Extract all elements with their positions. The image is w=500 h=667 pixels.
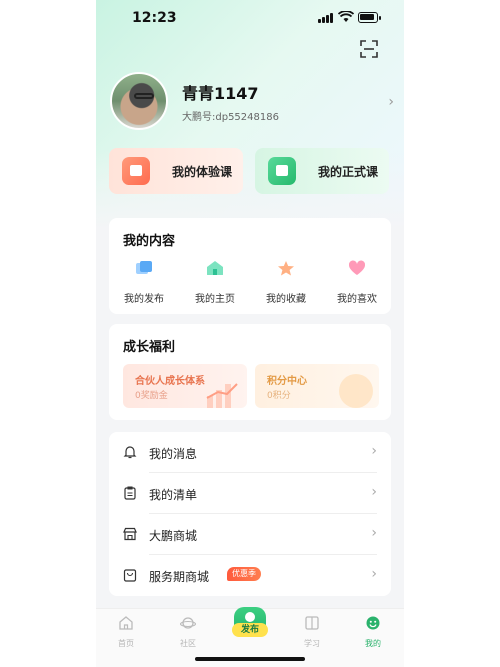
home-icon xyxy=(119,616,133,630)
my-favorites-label: 我的收藏 xyxy=(266,294,306,305)
homepage-icon xyxy=(207,261,223,275)
tab-community[interactable]: 社区 xyxy=(163,613,213,649)
status-bar: 12:23 xyxy=(96,0,404,36)
scan-icon[interactable] xyxy=(360,40,378,58)
chevron-right-icon: › xyxy=(388,94,394,110)
points-value: 0积分 xyxy=(267,391,291,401)
book-open-icon xyxy=(305,616,319,630)
menu-item-store[interactable]: 大鹏商城 › xyxy=(109,514,391,555)
growth-benefits-title: 成长福利 xyxy=(123,340,176,355)
formal-course-button[interactable]: 我的正式课 xyxy=(255,148,389,194)
battery-icon xyxy=(358,12,381,23)
tab-community-label: 社区 xyxy=(180,639,196,648)
menu-item-list-label: 我的清单 xyxy=(149,488,198,502)
tab-home-label: 首页 xyxy=(118,639,134,648)
book-icon xyxy=(268,157,296,185)
star-icon xyxy=(278,261,294,276)
partner-growth-button[interactable]: 合伙人成长体系 0奖励金 xyxy=(123,364,247,408)
my-homepage-label: 我的主页 xyxy=(195,294,235,305)
menu-item-messages-label: 我的消息 xyxy=(149,447,198,461)
clipboard-icon xyxy=(124,486,136,500)
points-center-button[interactable]: 积分中心 0积分 xyxy=(255,364,379,408)
bag-icon xyxy=(123,569,137,582)
tab-learn[interactable]: 学习 xyxy=(287,613,337,649)
user-id: 大鹏号:dp55248186 xyxy=(182,112,279,123)
my-likes-label: 我的喜欢 xyxy=(337,294,377,305)
menu-item-list[interactable]: 我的清单 › xyxy=(109,473,391,514)
bell-icon xyxy=(123,446,137,459)
growth-chart-icon xyxy=(206,383,238,408)
chevron-right-icon: › xyxy=(371,484,377,500)
chevron-right-icon: › xyxy=(371,566,377,582)
formal-course-label: 我的正式课 xyxy=(318,164,379,179)
publish-button[interactable]: 发布 xyxy=(232,607,268,637)
menu-item-service-store-label: 服务期商城 xyxy=(149,570,210,584)
my-publish-button[interactable]: 我的发布 xyxy=(114,260,174,305)
app-screen: 12:23 青青1147 大鹏号:dp55248186 › 我的体验课 我的正式… xyxy=(96,0,404,667)
avatar[interactable] xyxy=(110,72,168,130)
user-name: 青青1147 xyxy=(182,84,259,103)
my-content-title: 我的内容 xyxy=(123,234,176,249)
publish-label: 发布 xyxy=(232,623,268,637)
menu-item-messages[interactable]: 我的消息 › xyxy=(109,432,391,473)
tv-icon xyxy=(122,157,150,185)
heart-icon xyxy=(348,260,366,275)
tab-mine[interactable]: 我的 xyxy=(348,613,398,649)
planet-icon xyxy=(179,617,197,629)
publish-icon xyxy=(136,261,152,274)
status-time: 12:23 xyxy=(132,10,177,26)
partner-reward-value: 0奖励金 xyxy=(135,391,168,401)
promo-badge: 优惠季 xyxy=(227,567,261,581)
my-content-card: 我的内容 我的发布 我的主页 我的收藏 我的喜欢 xyxy=(109,218,391,314)
store-icon xyxy=(123,527,137,541)
chevron-right-icon: › xyxy=(371,443,377,459)
menu-item-store-label: 大鹏商城 xyxy=(149,529,198,543)
avatar-glasses xyxy=(134,93,154,99)
points-center-title: 积分中心 xyxy=(267,376,307,387)
my-publish-label: 我的发布 xyxy=(124,294,164,305)
tab-mine-label: 我的 xyxy=(365,639,381,648)
tab-learn-label: 学习 xyxy=(304,639,320,648)
menu-list: 我的消息 › 我的清单 › 大鹏商城 › 服务期商城 优惠季 › xyxy=(109,432,391,596)
home-indicator xyxy=(195,657,305,661)
my-favorites-button[interactable]: 我的收藏 xyxy=(256,260,316,305)
menu-item-service-store[interactable]: 服务期商城 优惠季 › xyxy=(109,555,391,596)
publish-icon xyxy=(245,612,255,622)
my-homepage-button[interactable]: 我的主页 xyxy=(185,260,245,305)
trial-course-label: 我的体验课 xyxy=(172,164,233,179)
growth-benefits-card: 成长福利 合伙人成长体系 0奖励金 积分中心 0积分 xyxy=(109,324,391,420)
coin-icon xyxy=(339,374,373,408)
wifi-icon xyxy=(338,11,354,22)
trial-course-button[interactable]: 我的体验课 xyxy=(109,148,243,194)
smile-icon xyxy=(366,616,380,630)
chevron-right-icon: › xyxy=(371,525,377,541)
my-likes-button[interactable]: 我的喜欢 xyxy=(327,260,387,305)
tab-home[interactable]: 首页 xyxy=(101,613,151,649)
profile-header[interactable]: 青青1147 大鹏号:dp55248186 › xyxy=(110,72,394,132)
signal-icon xyxy=(318,13,334,23)
partner-growth-title: 合伙人成长体系 xyxy=(135,376,205,387)
